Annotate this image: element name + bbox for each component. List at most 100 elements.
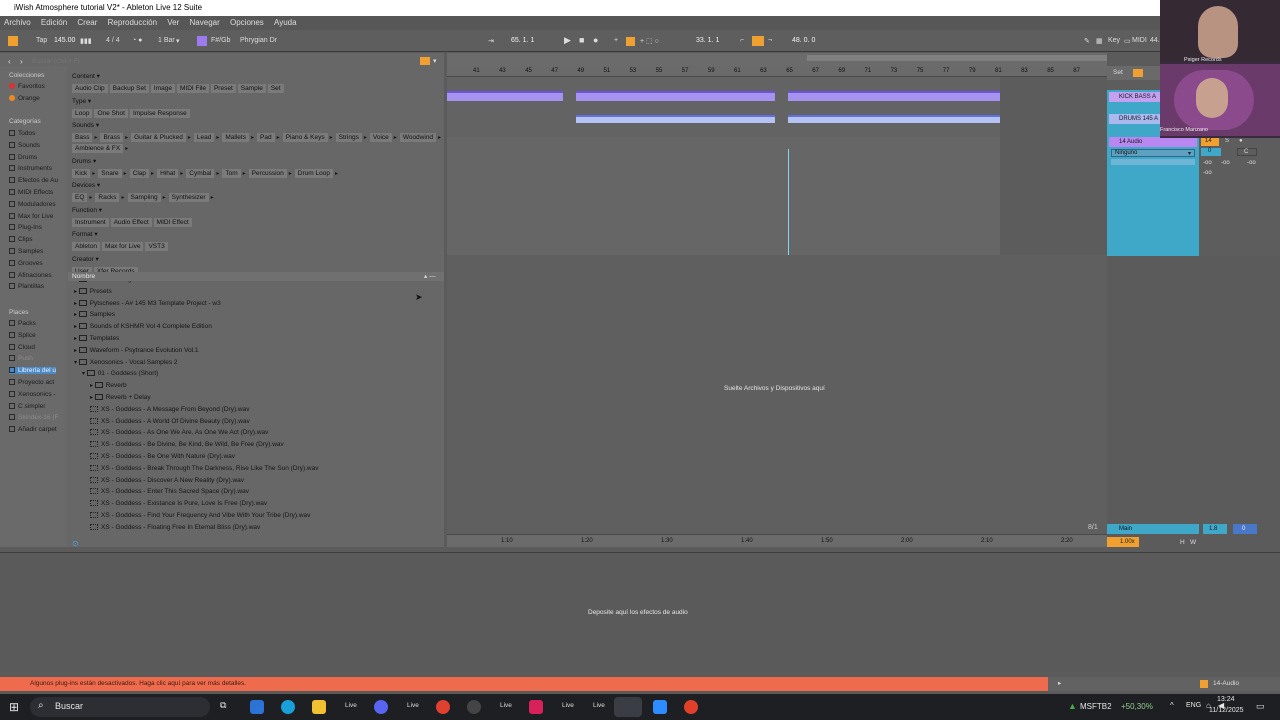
- file-row[interactable]: XS - Goddess - As One We Are, As One We …: [90, 429, 268, 436]
- loop-switch-icon[interactable]: [752, 36, 764, 46]
- key-select[interactable]: F#/Gb: [211, 37, 230, 44]
- expand-tag-icon[interactable]: ▸: [277, 135, 280, 141]
- filter-tag[interactable]: Voice: [369, 133, 392, 142]
- filter-tag[interactable]: Percussion: [248, 168, 287, 178]
- stock-ticker[interactable]: MSFTB2: [1080, 702, 1112, 711]
- menu-reproduccion[interactable]: Reproducción: [108, 16, 157, 30]
- collapse-icon[interactable]: ▴ —: [424, 272, 436, 280]
- filter-tag[interactable]: Backup Set: [109, 84, 149, 93]
- folder-row[interactable]: ▾ 01 - Goddess (Short): [82, 370, 158, 377]
- keyboard-icon[interactable]: ▭: [1124, 37, 1131, 45]
- filter-tag[interactable]: Piano & Keys: [282, 133, 328, 142]
- filter-tag[interactable]: Sample: [237, 84, 266, 93]
- preview-icon[interactable]: ⊙: [72, 539, 79, 548]
- expand-tag-icon[interactable]: ▸: [330, 135, 333, 141]
- ableton-live-icon[interactable]: Live: [593, 702, 605, 709]
- filter-group-header[interactable]: Devices ▾: [72, 181, 100, 189]
- metronome-bars-icon[interactable]: ▮▮▮: [80, 37, 92, 45]
- filter-group-header[interactable]: Drums ▾: [72, 157, 96, 165]
- folder-row[interactable]: ▾ Xenosonics - Vocal Samples 2: [74, 358, 178, 366]
- chrome-icon[interactable]: [436, 700, 450, 714]
- sidebar-place-item[interactable]: Xenosonics -: [9, 390, 56, 398]
- sidebar-place-item[interactable]: C simpler: [9, 402, 45, 410]
- filter-group-header[interactable]: Sounds ▾: [72, 121, 99, 129]
- filter-group-header[interactable]: Format ▾: [72, 230, 98, 238]
- time-ruler[interactable]: 1:10 1:20 1:30 1:40 1:50 2:00 2:10 2:20: [447, 534, 1107, 547]
- folder-row[interactable]: ▸ Waveform - Psytrance Evolution Vol.1: [74, 346, 199, 354]
- beat-ruler[interactable]: 41 43 45 47 49 51 53 55 57 59 61 63 65 67 69 71 73 75 77 79…: [447, 66, 1107, 77]
- send-c-value[interactable]: -oo: [1247, 160, 1256, 166]
- loop-length-field[interactable]: 48. 0. 0: [792, 37, 815, 44]
- filter-tag[interactable]: Clap: [129, 168, 150, 178]
- folder-row[interactable]: ▸ Sounds of KSHMR Vol 4 Complete Edition: [74, 323, 212, 330]
- menu-crear[interactable]: Crear: [77, 16, 97, 30]
- filter-tag[interactable]: Impulse Response: [129, 108, 190, 118]
- sidebar-place-item[interactable]: Splice: [9, 331, 36, 339]
- filter-menu-chevron-icon[interactable]: ▾: [433, 57, 437, 65]
- back-icon[interactable]: ‹: [8, 57, 11, 66]
- volume-field[interactable]: 0: [1201, 148, 1221, 156]
- file-row[interactable]: XS - Goddess - Find Your Frequency And V…: [90, 512, 310, 519]
- metronome-icon[interactable]: ◔ ●: [132, 37, 142, 44]
- draw-mode-icon[interactable]: ✎: [1084, 37, 1090, 45]
- ableton-live-icon[interactable]: Live: [562, 702, 574, 709]
- menu-ver[interactable]: Ver: [167, 16, 179, 30]
- filter-tag[interactable]: Tom: [222, 168, 241, 178]
- filter-tag[interactable]: Cymbal: [186, 168, 215, 178]
- set-button[interactable]: Set: [1113, 69, 1123, 76]
- clock-date[interactable]: 11/12/2025: [1209, 707, 1244, 714]
- capcut-icon[interactable]: [529, 700, 543, 714]
- expand-tag-icon[interactable]: ▸: [125, 135, 128, 141]
- filter-tag[interactable]: MIDI Effect: [153, 217, 192, 227]
- scale-select[interactable]: Phrygian Dr: [240, 37, 277, 44]
- record-icon[interactable]: ●: [593, 35, 598, 45]
- chevron-down-icon[interactable]: ▾: [176, 37, 180, 45]
- punch-out-icon[interactable]: ¬: [768, 37, 772, 44]
- main-pan-field[interactable]: 0: [1233, 524, 1257, 534]
- file-row[interactable]: XS - Goddess - A World Of Divine Beauty …: [90, 417, 250, 425]
- sidebar-place-item[interactable]: Cloud: [9, 343, 35, 351]
- file-explorer-icon[interactable]: [312, 700, 326, 714]
- w-button[interactable]: W: [1190, 539, 1196, 546]
- language-indicator[interactable]: ENG: [1186, 702, 1201, 709]
- audio-clip[interactable]: [576, 91, 775, 101]
- filter-tag[interactable]: Max for Live: [102, 242, 144, 251]
- audio-clip[interactable]: [788, 115, 1000, 123]
- filter-tag[interactable]: Pad: [257, 133, 275, 142]
- audio-clip[interactable]: [576, 115, 775, 123]
- active-live-icon[interactable]: [614, 697, 642, 717]
- filter-tag[interactable]: Loop: [72, 108, 93, 118]
- sidebar-place-item[interactable]: Packs: [9, 320, 36, 327]
- track-lane-drums[interactable]: [447, 113, 1000, 127]
- filter-tag[interactable]: Drum Loop: [294, 168, 333, 178]
- expand-tag-icon[interactable]: ▸: [125, 146, 128, 152]
- send-a-value[interactable]: -oo: [1203, 160, 1212, 166]
- folder-row[interactable]: ▸ Mickael - Jungle Visions Remix Contest…: [74, 281, 224, 283]
- stop-icon[interactable]: ■: [579, 35, 584, 45]
- menu-ayuda[interactable]: Ayuda: [274, 16, 297, 30]
- arrangement-position[interactable]: 65. 1. 1: [511, 37, 534, 44]
- tap-button[interactable]: Tap: [36, 37, 47, 44]
- expand-tag-icon[interactable]: ▸: [394, 135, 397, 141]
- tempo-multiplier[interactable]: 1.00x: [1107, 537, 1139, 547]
- filter-tag[interactable]: Woodwind: [399, 133, 437, 142]
- filter-tag[interactable]: Ableton: [72, 242, 101, 251]
- expand-tag-icon[interactable]: ▸: [151, 171, 154, 177]
- track-header-audio-14[interactable]: 14 Audio: [1109, 137, 1197, 147]
- expand-tag-icon[interactable]: ▸: [289, 171, 292, 177]
- menu-opciones[interactable]: Opciones: [230, 16, 264, 30]
- menu-edicion[interactable]: Edición: [41, 16, 67, 30]
- audio-clip[interactable]: [788, 91, 1000, 101]
- computer-keyboard-icon[interactable]: ▦: [1096, 37, 1103, 45]
- loop-start-field[interactable]: 33. 1. 1: [696, 37, 719, 44]
- filter-group-header[interactable]: Type ▾: [72, 97, 91, 105]
- expand-tag-icon[interactable]: ▸: [188, 135, 191, 141]
- steam-icon[interactable]: [467, 700, 481, 714]
- plugin-warning-message[interactable]: Algunos plug-ins están desactivados. Hag…: [30, 677, 246, 691]
- sidebar-category-item[interactable]: Plantillas: [9, 283, 44, 290]
- expand-tag-icon[interactable]: ▸: [94, 135, 97, 141]
- overdub-icon[interactable]: +: [614, 37, 618, 44]
- send-d-value[interactable]: -oo: [1203, 170, 1212, 176]
- windows-start-icon[interactable]: ⊞: [9, 700, 19, 714]
- menu-navegar[interactable]: Navegar: [190, 16, 220, 30]
